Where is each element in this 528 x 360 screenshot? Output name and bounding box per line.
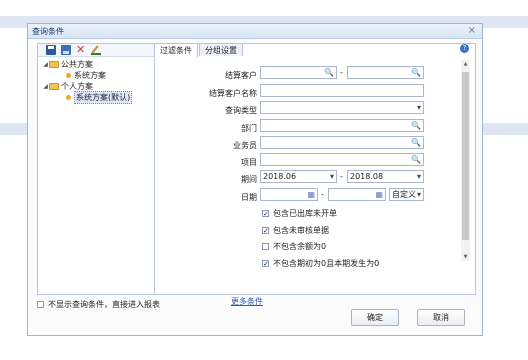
date-to-input[interactable]: ▦: [328, 188, 386, 201]
chevron-down-icon[interactable]: ▾: [330, 171, 334, 182]
query-type-select[interactable]: ▾: [260, 101, 424, 114]
tree-node-label: 公共方案: [61, 60, 93, 69]
search-icon[interactable]: 🔍: [411, 67, 421, 78]
vertical-scrollbar[interactable]: ▲ ▼: [461, 60, 470, 261]
calendar-icon[interactable]: ▦: [307, 189, 315, 200]
option-label: 不包含余额为0: [273, 242, 327, 251]
date-mode-value: 自定义: [392, 190, 416, 199]
close-icon[interactable]: ×: [468, 25, 476, 36]
option-label: 包含已出库未开单: [273, 209, 337, 218]
tab-grouping[interactable]: 分组设置: [199, 43, 243, 56]
option-include-shipped-unbilled[interactable]: ✓ 包含已出库未开单: [262, 208, 337, 219]
filter-panel: 过滤条件 分组设置 ? 结算客户 🔍 - 🔍 结算客户名称 查询类型 ▾ 部门: [154, 43, 476, 306]
item-label: 项目: [241, 158, 257, 167]
query-dialog: 查询条件 × ✕ ◢ 公共方案 系统方案 ◢ 个人方案 系统方案(默认) 过滤条…: [27, 23, 483, 336]
period-to-value: 2018.08: [350, 172, 384, 181]
tree-leaf-label-selected: 系统方案(默认): [74, 91, 133, 104]
customer-from-input[interactable]: 🔍: [260, 66, 337, 79]
checkbox-unchecked[interactable]: [37, 301, 44, 308]
folder-icon: [49, 61, 59, 68]
salesperson-label: 业务员: [233, 141, 257, 150]
ok-button[interactable]: 确定: [351, 309, 399, 326]
lookup-icon[interactable]: 🔍: [411, 137, 421, 148]
scheme-dot-icon: [66, 73, 71, 78]
scroll-down-icon[interactable]: ▼: [461, 254, 470, 260]
date-from-input[interactable]: ▦: [260, 188, 318, 201]
expand-icon[interactable]: ◢: [42, 83, 49, 90]
folder-icon: [49, 83, 59, 90]
checkbox-checked[interactable]: ✓: [262, 260, 269, 268]
dialog-title: 查询条件: [32, 27, 64, 36]
checkbox-checked[interactable]: ✓: [262, 210, 269, 218]
period-label: 期间: [241, 175, 257, 184]
period-from-select[interactable]: 2018.06 ▾: [260, 170, 337, 183]
chevron-down-icon[interactable]: ▾: [417, 189, 421, 200]
tab-filter[interactable]: 过滤条件: [154, 43, 198, 57]
scrollbar-thumb[interactable]: [462, 72, 469, 240]
range-dash: -: [340, 172, 343, 181]
salesperson-input[interactable]: 🔍: [260, 136, 424, 149]
calendar-icon[interactable]: ▦: [375, 189, 383, 200]
period-to-select[interactable]: 2018.08 ▾: [347, 170, 424, 183]
save-icon[interactable]: [46, 45, 56, 55]
chevron-down-icon[interactable]: ▾: [417, 171, 421, 182]
option-label: 不包含期初为0且本期发生为0: [273, 259, 380, 268]
item-input[interactable]: 🔍: [260, 153, 424, 166]
expand-icon[interactable]: ◢: [42, 61, 49, 68]
skip-conditions-label: 不显示查询条件，直接进入报表: [48, 300, 160, 309]
department-input[interactable]: 🔍: [260, 119, 424, 132]
chevron-down-icon[interactable]: ▾: [417, 102, 421, 113]
range-dash: -: [321, 190, 324, 199]
save-as-icon[interactable]: [61, 45, 71, 55]
date-label: 日期: [241, 193, 257, 202]
checkbox-unchecked[interactable]: [262, 243, 269, 250]
scroll-up-icon[interactable]: ▲: [461, 61, 470, 67]
help-icon[interactable]: ?: [460, 44, 469, 53]
checkbox-checked[interactable]: ✓: [262, 227, 269, 235]
tab-strip: 过滤条件 分组设置: [154, 43, 244, 57]
period-from-value: 2018.06: [263, 172, 297, 181]
customer-to-input[interactable]: 🔍: [347, 66, 424, 79]
skip-conditions-option[interactable]: 不显示查询条件，直接进入报表: [37, 299, 160, 310]
range-dash: -: [340, 68, 343, 77]
option-include-unapproved[interactable]: ✓ 包含未审核单据: [262, 225, 329, 236]
customer-name-label: 结算客户名称: [209, 89, 257, 98]
option-exclude-zero-opening-and-activity[interactable]: ✓ 不包含期初为0且本期发生为0: [262, 258, 379, 269]
more-conditions-link[interactable]: 更多条件: [231, 296, 263, 307]
query-type-label: 查询类型: [225, 106, 257, 115]
lookup-icon[interactable]: 🔍: [411, 154, 421, 165]
date-mode-select[interactable]: 自定义 ▾: [389, 188, 424, 201]
dialog-titlebar: 查询条件 ×: [28, 24, 482, 39]
scheme-dot-icon: [66, 95, 71, 100]
customer-name-input[interactable]: [260, 84, 424, 97]
edit-icon[interactable]: [91, 45, 101, 55]
customer-label: 结算客户: [225, 71, 257, 80]
department-label: 部门: [241, 124, 257, 133]
cancel-button[interactable]: 取消: [417, 309, 465, 326]
lookup-icon[interactable]: 🔍: [411, 120, 421, 131]
option-label: 包含未审核单据: [273, 226, 329, 235]
tree-leaf-label: 系统方案: [74, 71, 106, 80]
search-icon[interactable]: 🔍: [324, 67, 334, 78]
delete-icon[interactable]: ✕: [76, 44, 86, 55]
option-exclude-zero-balance[interactable]: 不包含余额为0: [262, 241, 326, 252]
